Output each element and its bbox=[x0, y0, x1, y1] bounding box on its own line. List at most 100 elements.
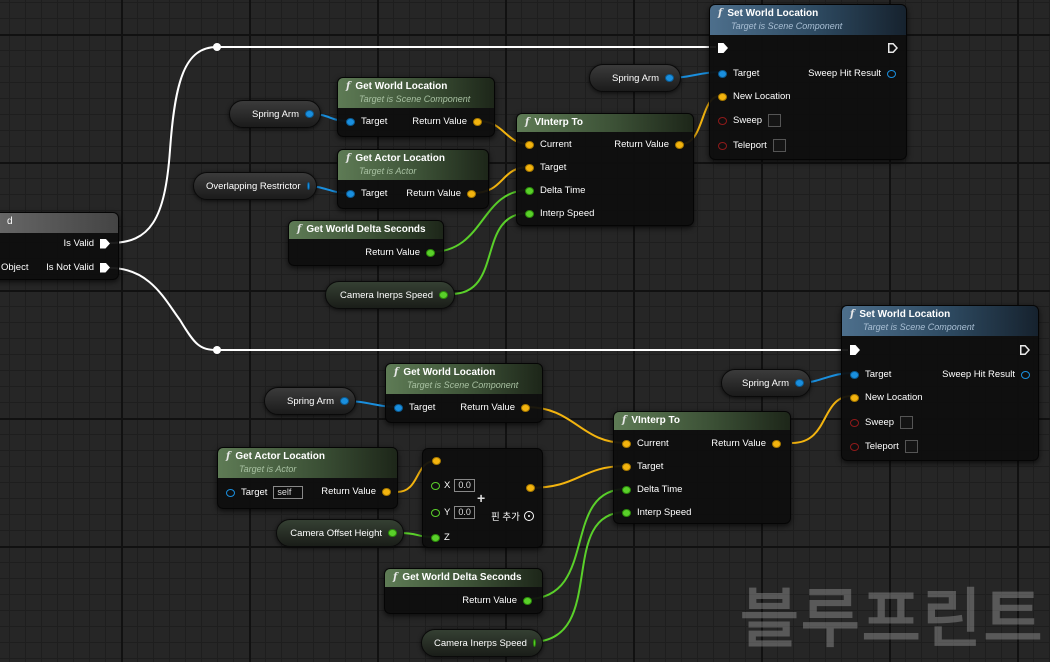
exec-in-pin-icon[interactable] bbox=[718, 43, 728, 53]
vector-pin-icon[interactable] bbox=[521, 403, 530, 412]
vector-pin-icon[interactable] bbox=[473, 117, 482, 126]
get-world-delta-seconds-node[interactable]: f Get World Delta Seconds Return Value bbox=[288, 220, 444, 266]
target-input-row[interactable]: Target bbox=[850, 369, 891, 380]
target-input-row[interactable]: Target bbox=[346, 188, 387, 199]
float-pin-icon[interactable] bbox=[525, 209, 534, 218]
teleport-input-row[interactable]: Teleport bbox=[850, 440, 918, 453]
spring-arm-variable[interactable]: Spring Arm bbox=[721, 369, 811, 397]
float-pin-icon[interactable] bbox=[622, 508, 631, 517]
add-circle-icon[interactable] bbox=[523, 511, 534, 521]
return-value-row[interactable]: Return Value bbox=[460, 402, 530, 413]
vector-pin-icon[interactable] bbox=[772, 439, 781, 448]
set-world-location-node[interactable]: f Set World Location Target is Scene Comp… bbox=[709, 4, 907, 160]
exec-out-row[interactable] bbox=[1020, 345, 1030, 355]
return-value-row[interactable]: Return Value bbox=[412, 116, 482, 127]
target-input-row[interactable]: Target self bbox=[226, 486, 304, 499]
overlapping-restrictor-variable[interactable]: Overlapping Restrictor bbox=[193, 172, 317, 200]
target-input-row[interactable]: Target bbox=[718, 68, 759, 79]
vector-out-pin-icon[interactable] bbox=[526, 484, 535, 492]
float-pin-icon[interactable] bbox=[431, 533, 440, 542]
vector-pin-icon[interactable] bbox=[432, 457, 441, 465]
get-world-location-node[interactable]: f Get World Location Target is Scene Comp… bbox=[385, 363, 543, 423]
spring-arm-variable[interactable]: Spring Arm bbox=[264, 387, 356, 415]
return-value-row[interactable]: Return Value bbox=[406, 188, 476, 199]
get-world-location-node[interactable]: f Get World Location Target is Scene Comp… bbox=[337, 77, 495, 137]
object-pin-icon[interactable] bbox=[346, 189, 355, 198]
exec-in-pin-icon[interactable] bbox=[850, 345, 860, 355]
bool-pin-icon[interactable] bbox=[850, 418, 859, 427]
target-input-row[interactable]: Target bbox=[346, 116, 387, 127]
new-location-input-row[interactable]: New Location bbox=[718, 91, 791, 102]
x-input-row[interactable]: X 0.0 bbox=[431, 479, 475, 492]
struct-pin-icon[interactable] bbox=[887, 69, 896, 78]
delta-time-input-row[interactable]: Delta Time bbox=[622, 484, 682, 495]
vector-pin-icon[interactable] bbox=[622, 439, 631, 448]
teleport-input-row[interactable]: Teleport bbox=[718, 139, 786, 152]
vector-pin-icon[interactable] bbox=[525, 140, 534, 149]
y-value-field[interactable]: 0.0 bbox=[454, 506, 475, 519]
object-pin-icon[interactable] bbox=[305, 110, 314, 118]
x-value-field[interactable]: 0.0 bbox=[454, 479, 475, 492]
return-value-row[interactable]: Return Value bbox=[462, 595, 532, 606]
float-pin-icon[interactable] bbox=[523, 596, 532, 605]
set-world-location-node[interactable]: f Set World Location Target is Scene Comp… bbox=[841, 305, 1039, 461]
teleport-checkbox[interactable] bbox=[904, 440, 918, 453]
sweep-input-row[interactable]: Sweep bbox=[718, 114, 782, 127]
exec-out-pin-icon[interactable] bbox=[888, 43, 898, 53]
object-pin-icon[interactable] bbox=[346, 117, 355, 126]
sweep-hit-result-row[interactable]: Sweep Hit Result bbox=[942, 369, 1030, 380]
current-input-row[interactable]: Current bbox=[525, 139, 572, 150]
object-pin-icon[interactable] bbox=[226, 488, 235, 497]
sweep-checkbox[interactable] bbox=[900, 416, 914, 429]
z-input-row[interactable]: Z bbox=[431, 532, 450, 543]
delta-time-input-row[interactable]: Delta Time bbox=[525, 185, 585, 196]
float-pin-icon[interactable] bbox=[532, 639, 536, 647]
vector-pin-icon[interactable] bbox=[525, 163, 534, 172]
float-pin-icon[interactable] bbox=[388, 529, 397, 537]
camera-offset-height-variable[interactable]: Camera Offset Height bbox=[276, 519, 404, 547]
add-pin-button[interactable]: 핀 추가 bbox=[491, 509, 534, 523]
float-pin-icon[interactable] bbox=[525, 186, 534, 195]
return-value-row[interactable]: Return Value bbox=[365, 247, 435, 258]
vector-pin-icon[interactable] bbox=[850, 393, 859, 402]
vector-pin-icon[interactable] bbox=[622, 462, 631, 471]
object-pin-icon[interactable] bbox=[795, 379, 804, 387]
exec-out-pin-icon[interactable] bbox=[100, 262, 110, 273]
object-pin-icon[interactable] bbox=[340, 397, 349, 405]
exec-out-pin-icon[interactable] bbox=[100, 238, 110, 249]
spring-arm-variable[interactable]: Spring Arm bbox=[229, 100, 321, 128]
return-value-row[interactable]: Return Value bbox=[321, 486, 391, 497]
object-input-row[interactable]: Object bbox=[1, 262, 28, 273]
exec-in-row[interactable] bbox=[850, 345, 860, 355]
exec-in-row[interactable] bbox=[718, 43, 728, 53]
float-pin-icon[interactable] bbox=[431, 508, 440, 517]
struct-pin-icon[interactable] bbox=[1021, 370, 1030, 379]
vector-pin-icon[interactable] bbox=[382, 487, 391, 496]
current-input-row[interactable]: Current bbox=[622, 438, 669, 449]
vector-pin-icon[interactable] bbox=[467, 189, 476, 198]
new-location-input-row[interactable]: New Location bbox=[850, 392, 923, 403]
vinterp-to-node[interactable]: f VInterp To Current Return Value Target … bbox=[516, 113, 694, 226]
return-value-row[interactable]: Return Value bbox=[614, 139, 684, 150]
interp-speed-input-row[interactable]: Interp Speed bbox=[525, 208, 594, 219]
object-pin-icon[interactable] bbox=[850, 370, 859, 379]
y-input-row[interactable]: Y 0.0 bbox=[431, 506, 475, 519]
get-actor-location-node[interactable]: f Get Actor Location Target is Actor Targ… bbox=[217, 447, 398, 509]
camera-inerps-speed-variable[interactable]: Camera Inerps Speed bbox=[325, 281, 455, 309]
reroute-knot-bottom[interactable] bbox=[213, 346, 221, 354]
get-world-delta-seconds-node[interactable]: f Get World Delta Seconds Return Value bbox=[384, 568, 543, 614]
object-pin-icon[interactable] bbox=[718, 69, 727, 78]
is-valid-out-row[interactable]: Is Valid bbox=[64, 238, 110, 249]
bool-pin-icon[interactable] bbox=[718, 141, 727, 150]
object-pin-icon[interactable] bbox=[665, 74, 674, 82]
spring-arm-variable[interactable]: Spring Arm bbox=[589, 64, 681, 92]
bool-pin-icon[interactable] bbox=[850, 442, 859, 451]
get-actor-location-node[interactable]: f Get Actor Location Target is Actor Targ… bbox=[337, 149, 489, 209]
object-pin-icon[interactable] bbox=[394, 403, 403, 412]
sweep-checkbox[interactable] bbox=[768, 114, 782, 127]
sweep-input-row[interactable]: Sweep bbox=[850, 416, 914, 429]
target-input-row[interactable]: Target bbox=[525, 162, 566, 173]
return-value-row[interactable]: Return Value bbox=[711, 438, 781, 449]
is-valid-node[interactable]: d Is Valid Object Is Not Valid bbox=[0, 212, 119, 280]
vinterp-to-node[interactable]: f VInterp To Current Return Value Target … bbox=[613, 411, 791, 524]
